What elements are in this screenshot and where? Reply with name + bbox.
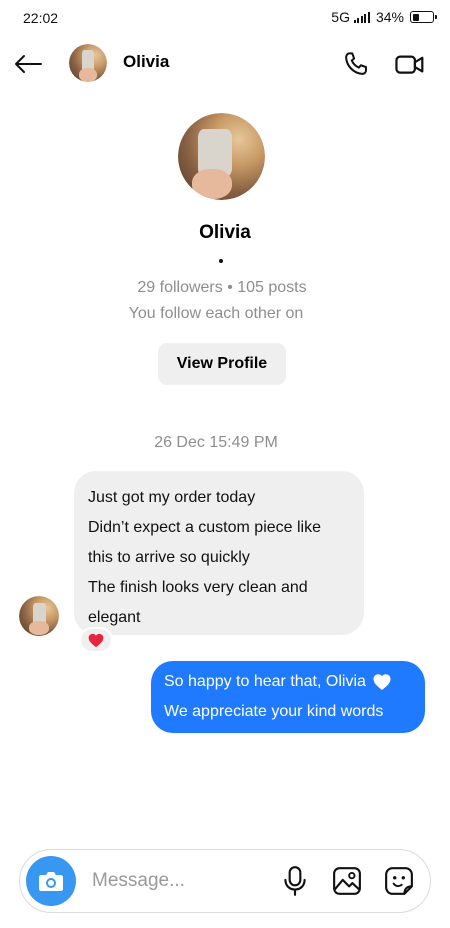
message-line: The finish looks very clean and [88, 579, 308, 596]
message-line: this to arrive so quickly [88, 549, 250, 566]
signal-icon [353, 11, 370, 23]
video-camera-icon [395, 55, 424, 74]
profile-avatar[interactable] [178, 113, 265, 200]
status-time: 22:02 [23, 10, 59, 26]
profile-name: Olivia [199, 222, 251, 243]
network-label: 5G [331, 9, 350, 25]
gallery-icon [333, 867, 361, 895]
status-indicators: 5G 34% [331, 8, 437, 26]
header-avatar[interactable] [69, 44, 107, 82]
sender-avatar[interactable] [19, 596, 59, 636]
microphone-icon [284, 866, 306, 896]
battery-percent: 34% [375, 9, 404, 25]
back-arrow-icon [15, 55, 42, 73]
message-line: Just got my order today [88, 489, 256, 506]
heart-icon [88, 633, 104, 647]
phone-icon [345, 52, 367, 75]
video-call-button[interactable] [392, 46, 428, 82]
chat-header: Olivia [0, 36, 450, 92]
mutual-follow-text: You follow each other on [128, 305, 304, 322]
voice-call-button[interactable] [338, 46, 374, 82]
header-contact-name[interactable]: Olivia [123, 52, 169, 72]
back-button[interactable] [12, 48, 44, 80]
camera-icon [39, 872, 63, 891]
message-reaction[interactable] [79, 627, 113, 653]
battery-icon [410, 11, 437, 23]
view-profile-button[interactable]: View Profile [158, 343, 286, 385]
message-composer [19, 849, 431, 913]
incoming-message-bubble[interactable]: Just got my order today Didn’t expect a … [74, 471, 364, 635]
separator-dot [219, 259, 223, 263]
camera-button[interactable] [26, 856, 76, 906]
profile-stats: 29 followers • 105 posts [137, 279, 307, 296]
sticker-button[interactable] [382, 864, 416, 898]
message-line: We appreciate your kind words [164, 703, 384, 720]
white-heart-icon [373, 674, 391, 690]
message-line: elegant [88, 609, 141, 626]
message-input[interactable] [92, 864, 272, 898]
voice-message-button[interactable] [278, 864, 312, 898]
gallery-button[interactable] [330, 864, 364, 898]
outgoing-message-bubble[interactable]: So happy to hear that, Olivia We appreci… [151, 661, 425, 733]
sticker-icon [385, 867, 413, 895]
message-timestamp: 26 Dec 15:49 PM [154, 434, 278, 451]
status-bar: 22:02 5G 34% [0, 0, 450, 36]
message-line: So happy to hear that, Olivia [164, 673, 366, 690]
message-line: Didn’t expect a custom piece like [88, 519, 321, 536]
battery-fill [412, 13, 419, 21]
